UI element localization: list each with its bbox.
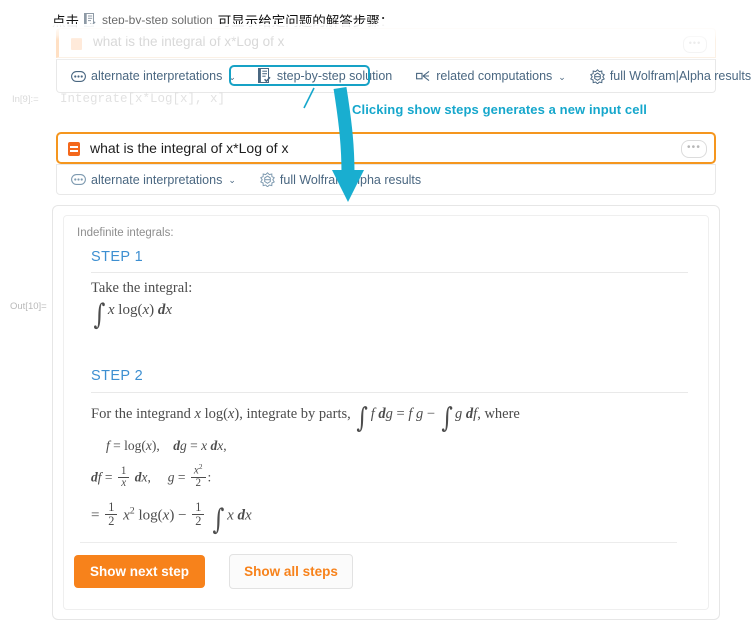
- toolbar2-item-alternate-interpretations[interactable]: alternate interpretations ⌄: [67, 171, 240, 189]
- faded-input-cell[interactable]: what is the integral of x*Log of x •••: [56, 28, 716, 58]
- caption-suffix: 可显示给定问题的解答步骤：: [217, 14, 394, 30]
- result-title: Indefinite integrals:: [77, 227, 174, 239]
- toolbar-label: step-by-step solution: [276, 69, 393, 83]
- caption-prefix: 点击: [52, 14, 79, 30]
- toolbar-label: full Wolfram|Alpha results: [279, 172, 422, 187]
- faded-cell-more-button[interactable]: •••: [683, 36, 707, 53]
- toolbar-item-step-by-step-solution[interactable]: step-by-step solution: [254, 66, 396, 86]
- input-cell-more-button[interactable]: •••: [681, 140, 707, 158]
- toolbar-label: alternate interpretations: [91, 69, 223, 83]
- wolfram-notebook-screenshot: 点击 step-by-step solution 可显示给定问题的解答步骤： w…: [0, 0, 752, 629]
- in-label: In[9]:=: [12, 94, 39, 105]
- show-next-step-button[interactable]: Show next step: [74, 555, 205, 588]
- toolbar2-item-full-wolfram-alpha-results[interactable]: full Wolfram|Alpha results: [256, 170, 425, 189]
- toolbar-label: full Wolfram|Alpha results: [609, 69, 752, 83]
- step-2-heading: STEP 2: [91, 368, 144, 384]
- dots-bubble-icon: [71, 70, 86, 82]
- buttons-divider: [80, 542, 677, 543]
- step-2-line-a: f = log(x), dg = x dx,: [106, 438, 227, 453]
- wolfram-alpha-cell-icon: [71, 38, 82, 50]
- wolfram-alpha-cell-icon: [68, 142, 80, 156]
- input-cell-text: what is the integral of x*Log of x: [90, 140, 289, 156]
- toolbar-label: related computations: [436, 69, 553, 83]
- step-2-line-c: = 12 x2 log(x) − 12 ∫ x dx: [91, 500, 252, 537]
- related-nodes-icon: [416, 70, 431, 82]
- faded-input-text: what is the integral of x*Log of x: [93, 34, 285, 49]
- steps-document-icon: [257, 68, 272, 84]
- step-2-prose-part1: For the integrand: [91, 406, 191, 422]
- step-2-prose-part3: , where: [477, 406, 520, 422]
- wolfram-spikey-icon: [259, 172, 275, 187]
- chevron-down-icon: ⌄: [228, 175, 236, 185]
- caption-button-name: step-by-step solution: [102, 13, 213, 27]
- step-by-step-icon: [84, 12, 97, 28]
- caption: 点击 step-by-step solution 可显示给定问题的解答步骤：: [52, 10, 393, 30]
- show-all-steps-button[interactable]: Show all steps: [229, 554, 353, 589]
- result-toolbar-top: alternate interpretations ⌄ step-by-step…: [56, 59, 751, 93]
- toolbar-item-full-wolfram-alpha-results[interactable]: full Wolfram|Alpha results: [586, 67, 752, 86]
- result-inner-frame: Indefinite integrals: STEP 1 Take the in…: [63, 215, 709, 610]
- chevron-down-icon: ⌄: [228, 71, 236, 82]
- toolbar-label: alternate interpretations: [91, 172, 223, 187]
- step-2-line-b: df = 1x dx, g = x2 2:: [91, 462, 212, 490]
- annotation-text: Clicking show steps generates a new inpu…: [352, 102, 648, 117]
- step-1-rule: [91, 272, 688, 273]
- faded-code-line: Integrate[x*Log[x], x]: [60, 92, 226, 106]
- chevron-down-icon: ⌄: [558, 71, 566, 82]
- step-2-rule: [91, 392, 688, 393]
- step-2-prose: For the integrand x log(x), integrate by…: [91, 402, 520, 435]
- step-1-formula: ∫ x log(x) dx: [93, 297, 173, 331]
- toolbar-item-alternate-interpretations[interactable]: alternate interpretations ⌄: [67, 67, 240, 85]
- out-label: Out[10]=: [10, 301, 47, 312]
- new-input-cell[interactable]: what is the integral of x*Log of x •••: [56, 132, 716, 164]
- result-toolbar-second: alternate interpretations ⌄ full Wolfram…: [56, 164, 716, 195]
- dots-bubble-icon: [71, 174, 86, 185]
- step-1-prose: Take the integral:: [91, 280, 193, 296]
- step-1-heading: STEP 1: [91, 249, 144, 265]
- toolbar-item-related-computations[interactable]: related computations ⌄: [412, 67, 570, 85]
- step-2-prose-part2: , integrate by parts,: [239, 406, 351, 422]
- wolfram-spikey-icon: [589, 68, 605, 84]
